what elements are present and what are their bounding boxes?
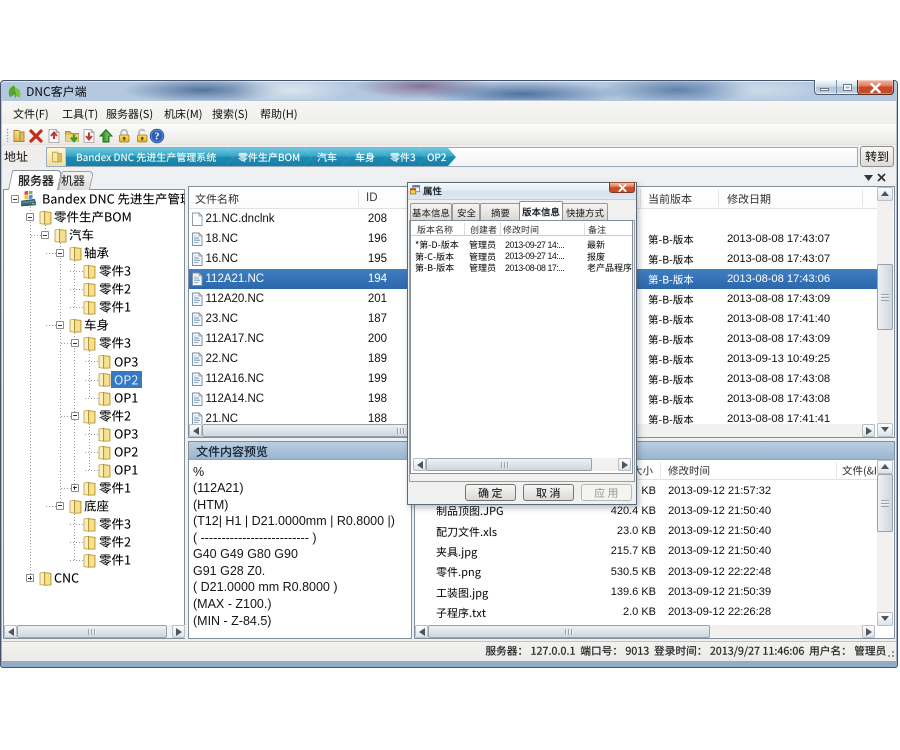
svg-text:?: ? (154, 131, 159, 142)
